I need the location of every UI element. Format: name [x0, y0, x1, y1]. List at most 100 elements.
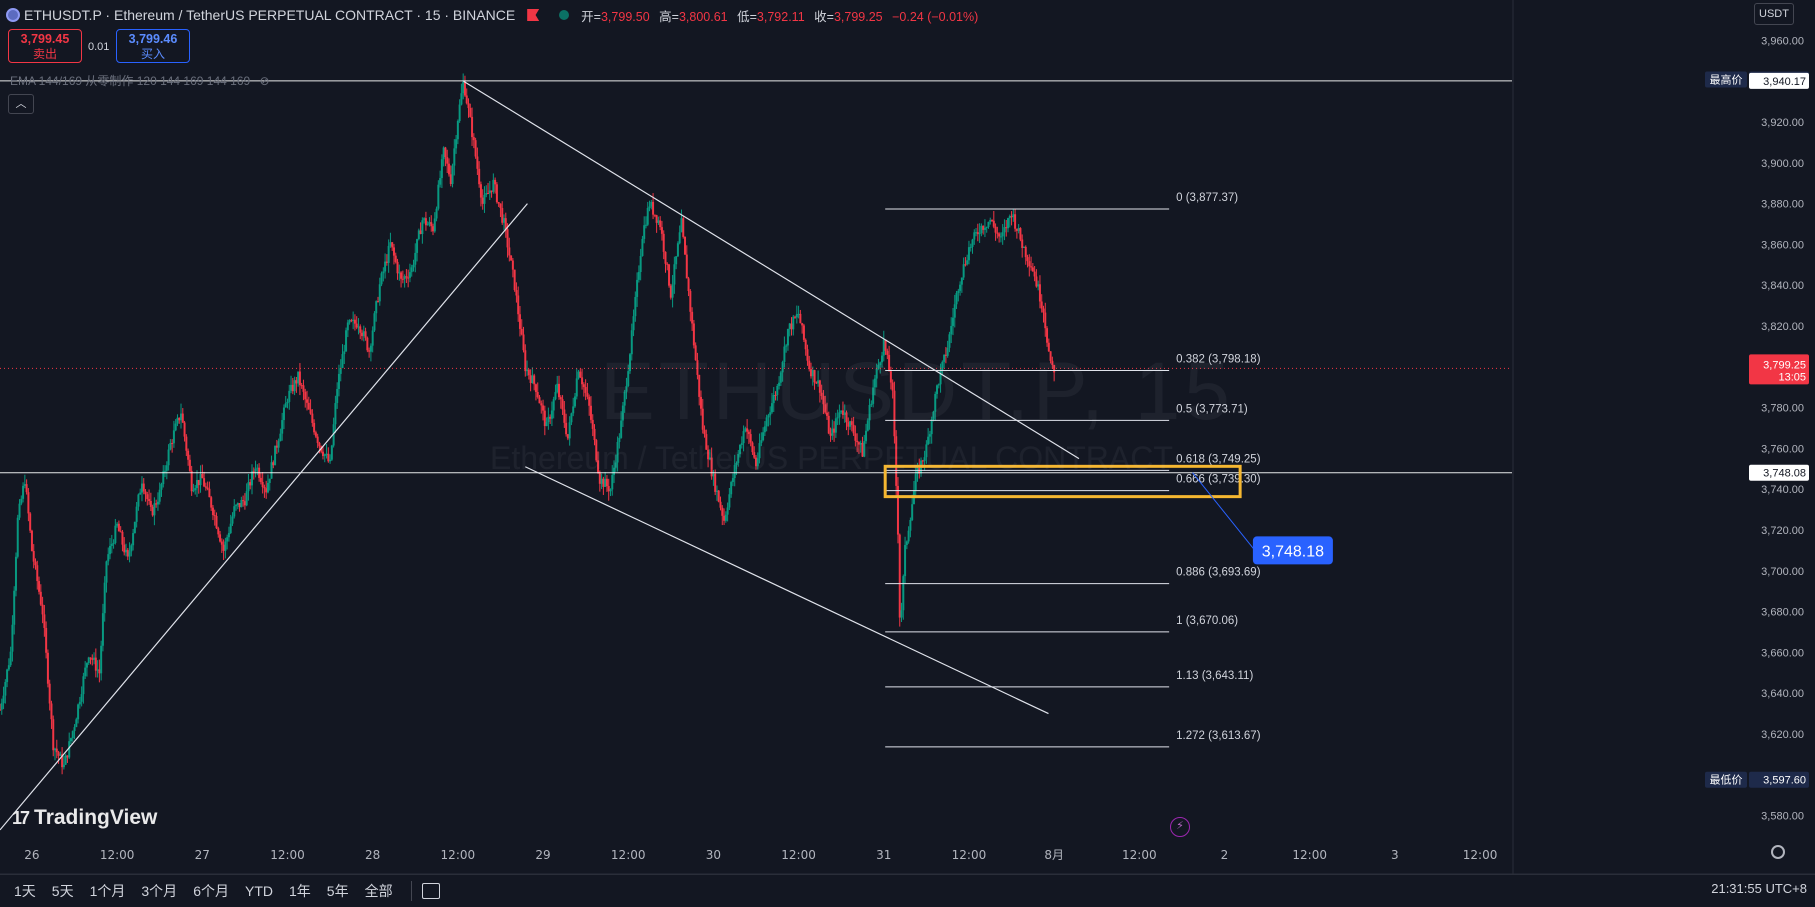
time-tick-label: 3	[1391, 848, 1399, 862]
candle-body	[4, 682, 7, 696]
candle-body	[149, 500, 152, 507]
extreme-price-value: 3,597.60	[1763, 775, 1806, 787]
currency-button[interactable]: USDT	[1754, 3, 1794, 25]
candle-body	[11, 624, 14, 652]
buy-price: 3,799.46	[128, 32, 178, 46]
candle-body	[501, 207, 504, 223]
candle-body	[334, 403, 337, 425]
candle-body	[433, 218, 436, 232]
time-tick-label: 12:00	[1292, 848, 1327, 862]
candle-body	[155, 503, 158, 505]
candle-body	[263, 487, 266, 489]
buy-button[interactable]: 3,799.46 买入	[116, 29, 190, 63]
lightning-icon[interactable]: ⚡	[1170, 817, 1190, 837]
candle-body	[7, 665, 10, 670]
candle-body	[1024, 246, 1027, 258]
timeframe-1d[interactable]: 1天	[14, 881, 36, 901]
candle-body	[786, 329, 789, 346]
candle-body	[275, 445, 278, 448]
candle-body	[314, 432, 317, 437]
timeframe-1y[interactable]: 1年	[289, 881, 311, 901]
calendar-icon[interactable]	[421, 883, 440, 899]
timeframe-3m[interactable]: 3个月	[141, 881, 177, 901]
candle-body	[1017, 228, 1020, 231]
candle-body	[14, 556, 17, 591]
candle-body	[318, 442, 321, 447]
timeframe-ytd[interactable]: YTD	[245, 883, 273, 899]
candle-body	[721, 507, 724, 516]
candle-body	[215, 516, 218, 529]
candle-body	[1007, 218, 1009, 229]
candle-body	[142, 483, 145, 492]
timeframe-6m[interactable]: 6个月	[193, 881, 229, 901]
candle-body	[398, 272, 401, 274]
sell-label: 卖出	[32, 47, 57, 61]
clock[interactable]: 21:31:55 UTC+8	[1711, 881, 1807, 896]
timeframe-1m[interactable]: 1个月	[90, 881, 126, 901]
symbol-title[interactable]: ETHUSDT.P · Ethereum / TetherUS PERPETUA…	[24, 7, 515, 23]
candle-body	[547, 416, 550, 423]
candle-body	[407, 277, 410, 279]
candle-body	[323, 454, 326, 457]
candle-body	[268, 478, 271, 483]
candle-body	[380, 273, 383, 285]
gear-icon[interactable]	[1771, 845, 1785, 859]
candle-body	[265, 488, 268, 493]
candle-body	[799, 313, 802, 324]
candle-body	[540, 403, 543, 406]
candle-body	[304, 391, 307, 400]
candle-body	[902, 576, 905, 611]
candle-body	[534, 384, 537, 393]
candle-body	[959, 284, 962, 291]
candle-body	[719, 501, 722, 508]
candle-body	[164, 470, 167, 472]
timeframe-all[interactable]: 全部	[365, 881, 393, 901]
price-tick-label: 3,620.00	[1761, 729, 1804, 741]
candle-body	[281, 420, 284, 434]
watermark-symbol: ETHUSDT.P, 15	[600, 346, 1234, 437]
candle-body	[30, 530, 33, 552]
eye-off-icon[interactable]: ⊘	[260, 74, 270, 88]
price-tick-label: 3,920.00	[1761, 117, 1804, 129]
candle-body	[231, 516, 234, 524]
candle-body	[162, 471, 165, 485]
candle-body	[962, 264, 965, 278]
candle-body	[904, 545, 907, 577]
candle-body	[1015, 228, 1018, 231]
candle-body	[669, 285, 672, 298]
candle-body	[130, 545, 133, 552]
candle-body	[259, 477, 262, 482]
candle-body	[348, 320, 351, 323]
callout-label: 3,748.18	[1262, 543, 1324, 560]
candle-body	[1046, 328, 1049, 343]
candle-body	[439, 178, 442, 185]
candle-body	[646, 207, 649, 225]
candle-body	[472, 137, 475, 141]
candle-body	[731, 478, 734, 483]
candle-body	[140, 483, 143, 493]
candle-body	[153, 503, 156, 516]
candle-body	[572, 406, 575, 414]
candle-body	[550, 410, 553, 419]
candle-body	[355, 323, 358, 328]
flag-icon[interactable]	[527, 9, 540, 21]
candle-body	[181, 413, 184, 423]
candle-body	[499, 203, 502, 208]
timeframe-5y[interactable]: 5年	[327, 881, 349, 901]
collapse-legend-button[interactable]: ︿	[8, 94, 34, 114]
candle-body	[277, 441, 280, 448]
sell-button[interactable]: 3,799.45 卖出	[8, 29, 82, 63]
candle-body	[362, 331, 365, 337]
candle-body	[456, 120, 459, 140]
candle-body	[71, 731, 74, 739]
candle-body	[103, 582, 106, 614]
candle-body	[327, 453, 330, 462]
indicator-legend[interactable]: EMA 144/169 从零制作 120 144 169 144 169 ⊘	[10, 72, 270, 89]
timeframe-5d[interactable]: 5天	[52, 881, 74, 901]
candle-body	[497, 202, 500, 204]
candle-body	[121, 531, 124, 545]
candle-body	[371, 330, 374, 346]
candle-body	[91, 658, 94, 660]
candle-body	[373, 313, 376, 331]
candle-body	[201, 473, 204, 479]
